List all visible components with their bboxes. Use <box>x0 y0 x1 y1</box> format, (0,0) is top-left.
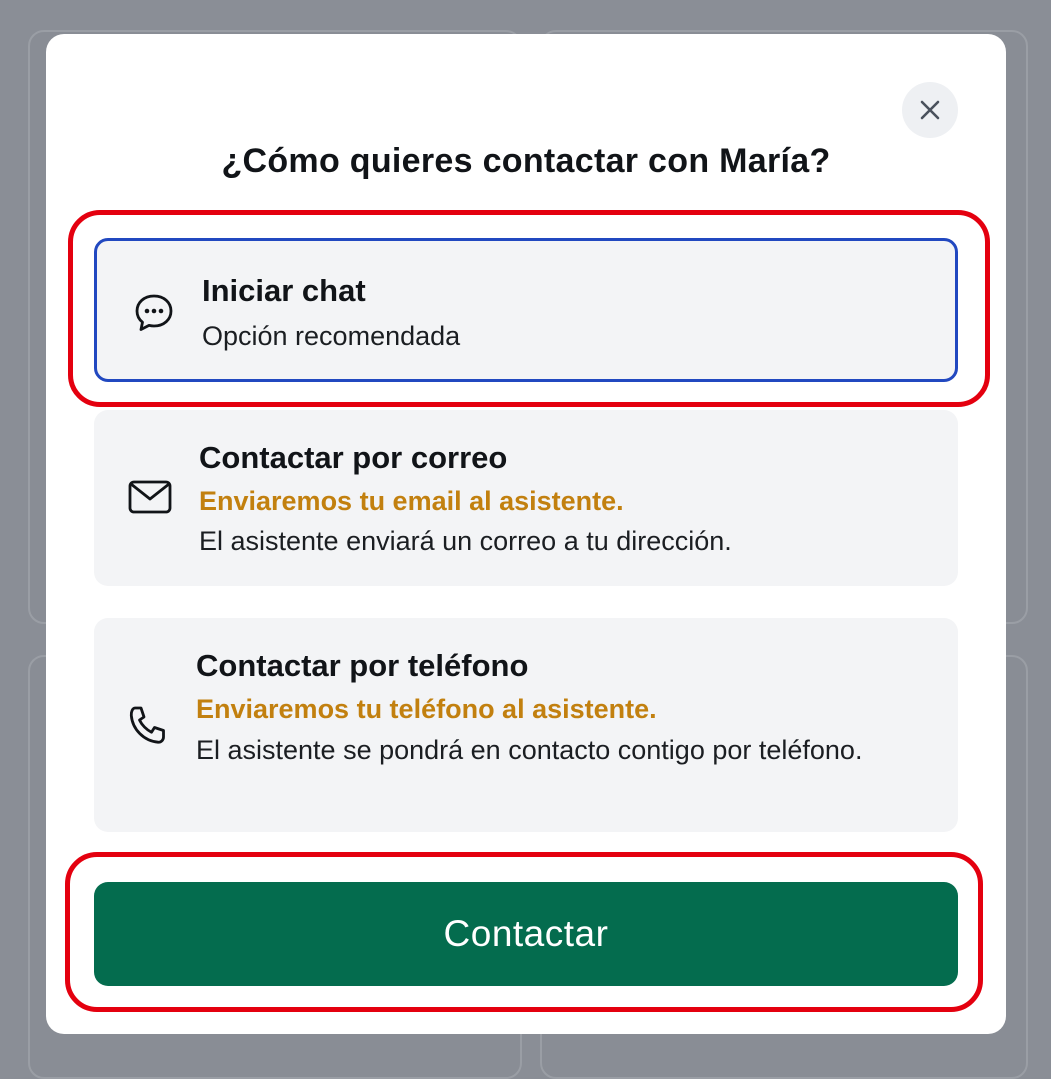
close-icon <box>920 100 940 120</box>
contact-modal: ¿Cómo quieres contactar con María? Inici… <box>46 34 1006 1034</box>
option-warning: Enviaremos tu teléfono al asistente. <box>196 694 657 724</box>
mail-icon <box>128 480 172 514</box>
modal-title: ¿Cómo quieres contactar con María? <box>221 142 831 180</box>
chat-bubble-icon <box>135 294 173 331</box>
option-title: Contactar por teléfono <box>196 648 529 683</box>
close-button[interactable] <box>902 82 958 138</box>
option-chat[interactable]: Iniciar chat Opción recomendada <box>94 238 958 382</box>
option-subtitle: Opción recomendada <box>202 321 461 351</box>
option-description: El asistente se pondrá en contacto conti… <box>196 735 863 765</box>
option-warning: Enviaremos tu email al asistente. <box>199 486 624 516</box>
option-description: El asistente enviará un correo a tu dire… <box>199 526 732 556</box>
option-phone[interactable]: Contactar por teléfono Enviaremos tu tel… <box>94 618 958 832</box>
option-title: Iniciar chat <box>202 273 366 308</box>
phone-icon <box>129 706 165 744</box>
contact-button[interactable]: Contactar <box>94 882 958 986</box>
option-email[interactable]: Contactar por correo Enviaremos tu email… <box>94 410 958 586</box>
option-title: Contactar por correo <box>199 440 508 475</box>
